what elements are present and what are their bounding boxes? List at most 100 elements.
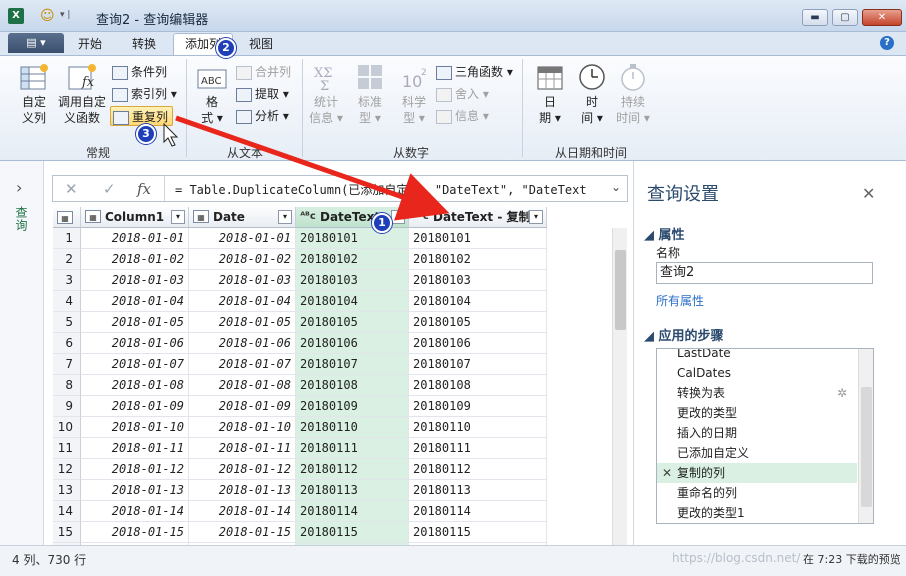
table-cell[interactable]: 20180113 <box>296 480 409 501</box>
column-header[interactable]: ᴬᴮc DateText - 复制 ▾ <box>409 207 547 228</box>
duplicate-column-button[interactable]: 重复列 <box>110 106 174 126</box>
column-filter-dropdown-icon[interactable]: ▾ <box>391 210 405 224</box>
table-cell[interactable]: 2018-01-08 <box>81 375 189 396</box>
table-cell[interactable]: 2018-01-15 <box>81 522 189 543</box>
table-cell[interactable]: 20180107 <box>409 354 547 375</box>
applied-step-item[interactable]: CalDates <box>657 363 857 383</box>
delete-step-icon[interactable]: ✕ <box>662 463 672 483</box>
table-cell[interactable]: 2018-01-06 <box>189 333 296 354</box>
table-cell[interactable]: 2018-01-12 <box>81 459 189 480</box>
help-icon[interactable]: ? <box>880 36 894 50</box>
tab-transform[interactable]: 转换 <box>120 35 168 55</box>
table-cell[interactable]: 2018-01-01 <box>189 228 296 249</box>
table-cell[interactable]: 2018-01-09 <box>189 396 296 417</box>
fx-icon[interactable]: fx <box>137 180 151 198</box>
expand-formula-icon[interactable]: ⌄ <box>611 180 621 194</box>
scrollbar-thumb[interactable] <box>615 250 626 330</box>
table-cell[interactable]: 20180115 <box>409 522 547 543</box>
tab-view[interactable]: 视图 <box>238 35 284 55</box>
information-button[interactable]: 信息 ▾ <box>436 106 489 126</box>
column-header[interactable]: ▦ Date ▾ <box>189 207 296 228</box>
all-properties-link[interactable]: 所有属性 <box>656 292 704 309</box>
merge-columns-button[interactable]: 合并列 <box>236 62 291 82</box>
date-button[interactable]: 日 期 ▾ <box>530 62 570 126</box>
tab-home[interactable]: 开始 <box>66 35 114 55</box>
applied-step-item[interactable]: 重命名的列 <box>657 483 857 503</box>
table-cell[interactable]: 2018-01-02 <box>189 249 296 270</box>
table-cell[interactable]: 2018-01-09 <box>81 396 189 417</box>
table-cell[interactable]: 2018-01-11 <box>81 438 189 459</box>
table-cell[interactable]: 2018-01-05 <box>189 312 296 333</box>
table-cell[interactable]: 20180108 <box>409 375 547 396</box>
table-cell[interactable]: 2018-01-11 <box>189 438 296 459</box>
table-cell[interactable]: 2018-01-07 <box>189 354 296 375</box>
query-name-input[interactable]: 查询2 <box>656 262 873 284</box>
applied-step-item[interactable]: 更改的类型1 <box>657 503 857 523</box>
commit-formula-icon[interactable]: ✓ <box>103 180 116 198</box>
minimize-button[interactable]: ▬ <box>802 9 828 26</box>
steps-scrollbar[interactable] <box>858 349 873 523</box>
close-settings-icon[interactable]: ✕ <box>862 184 875 203</box>
table-cell[interactable]: 20180110 <box>296 417 409 438</box>
table-cell[interactable]: 2018-01-12 <box>189 459 296 480</box>
column-filter-dropdown-icon[interactable]: ▾ <box>529 210 543 224</box>
excel-icon[interactable]: X <box>8 8 24 24</box>
table-cell[interactable]: 20180113 <box>409 480 547 501</box>
table-cell[interactable]: 20180112 <box>409 459 547 480</box>
invoke-function-button[interactable]: fx 调用自定 义函数 <box>56 62 108 126</box>
duration-button[interactable]: 持续 时间 ▾ <box>612 62 654 126</box>
table-cell[interactable]: 20180104 <box>296 291 409 312</box>
table-cell[interactable]: 20180105 <box>296 312 409 333</box>
table-cell[interactable]: 20180109 <box>296 396 409 417</box>
applied-step-item[interactable]: LastDate <box>657 349 857 363</box>
table-cell[interactable]: 2018-01-10 <box>189 417 296 438</box>
custom-column-button[interactable]: 自定 义列 <box>14 62 54 126</box>
grid-vertical-scrollbar[interactable] <box>612 228 627 545</box>
table-cell[interactable]: 20180111 <box>409 438 547 459</box>
cancel-formula-icon[interactable]: ✕ <box>65 180 78 198</box>
table-cell[interactable]: 2018-01-13 <box>189 480 296 501</box>
table-cell[interactable]: 20180108 <box>296 375 409 396</box>
expand-queries-icon[interactable]: › <box>16 178 22 197</box>
statistics-button[interactable]: XΣ Σ 统计 信息 ▾ <box>306 62 346 126</box>
table-cell[interactable]: 20180114 <box>296 501 409 522</box>
applied-steps-header[interactable]: ◢ 应用的步骤 <box>644 325 724 344</box>
table-cell[interactable]: 20180101 <box>409 228 547 249</box>
applied-step-item[interactable]: 插入的日期 <box>657 423 857 443</box>
table-cell[interactable]: 2018-01-05 <box>81 312 189 333</box>
table-cell[interactable]: 2018-01-04 <box>189 291 296 312</box>
column-filter-dropdown-icon[interactable]: ▾ <box>278 210 292 224</box>
smiley-icon[interactable]: ☺ <box>40 8 55 24</box>
step-settings-gear-icon[interactable]: ✲ <box>837 383 847 403</box>
formula-input[interactable]: = Table.DuplicateColumn(已添加自定义, "DateTex… <box>175 181 595 198</box>
table-cell[interactable]: 20180106 <box>296 333 409 354</box>
table-cell[interactable]: 2018-01-03 <box>81 270 189 291</box>
steps-scrollbar-thumb[interactable] <box>861 387 872 507</box>
table-cell[interactable]: 20180106 <box>409 333 547 354</box>
applied-step-item[interactable]: 已添加自定义 <box>657 443 857 463</box>
table-cell[interactable]: 2018-01-06 <box>81 333 189 354</box>
table-cell[interactable]: 2018-01-07 <box>81 354 189 375</box>
table-cell[interactable]: 2018-01-15 <box>189 522 296 543</box>
standard-button[interactable]: 标准 型 ▾ <box>350 62 390 126</box>
table-cell[interactable]: 2018-01-08 <box>189 375 296 396</box>
column-filter-dropdown-icon[interactable]: ▾ <box>171 210 185 224</box>
quick-access-dropdown-icon[interactable]: ▾ | <box>60 10 70 20</box>
rounding-button[interactable]: 舍入 ▾ <box>436 84 489 104</box>
conditional-column-button[interactable]: 条件列 <box>112 62 167 82</box>
table-cell[interactable]: 2018-01-03 <box>189 270 296 291</box>
table-cell[interactable]: 2018-01-01 <box>81 228 189 249</box>
table-cell[interactable]: 20180105 <box>409 312 547 333</box>
time-button[interactable]: 时 间 ▾ <box>572 62 612 126</box>
applied-step-item[interactable]: 更改的类型 <box>657 403 857 423</box>
table-cell[interactable]: 20180102 <box>409 249 547 270</box>
table-cell[interactable]: 2018-01-14 <box>189 501 296 522</box>
table-cell[interactable]: 2018-01-14 <box>81 501 189 522</box>
close-button[interactable]: ✕ <box>862 9 902 26</box>
applied-step-item[interactable]: 转换为表 ✲ <box>657 383 857 403</box>
applied-step-item[interactable]: ✕ 复制的列 <box>657 463 857 483</box>
scientific-button[interactable]: 10 2 科学 型 ▾ <box>394 62 434 126</box>
table-cell[interactable]: 20180104 <box>409 291 547 312</box>
maximize-button[interactable]: ▢ <box>832 9 858 26</box>
trigonometry-button[interactable]: 三角函数 ▾ <box>436 62 513 82</box>
